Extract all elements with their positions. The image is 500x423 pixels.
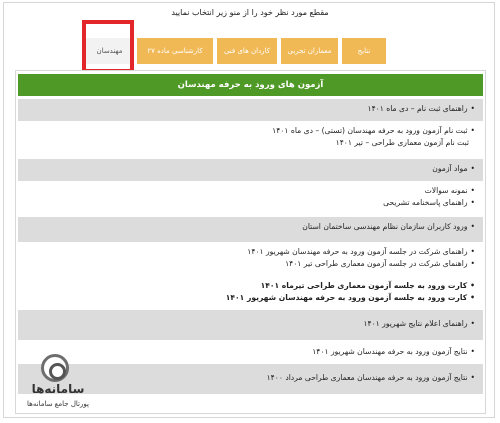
highlight-box [82,20,134,73]
list-item[interactable]: •کارت ورود به جلسه آزمون معماری طراحی تی… [24,280,475,292]
section-entry-cards: •کارت ورود به جلسه آزمون معماری طراحی تی… [18,276,483,310]
section-registration-guide: •راهنمای ثبت نام – دی ماه ۱۴۰۱ [18,99,483,121]
section-header: آزمون های ورود به حرفه مهندسان [18,74,483,96]
logo-title: سامانه‌ها [31,382,85,396]
list-item[interactable]: ثبت نام آزمون معماری طراحی – تیر ۱۴۰۱ [24,137,475,149]
section-user-login: •ورود کاربران سازمان نظام مهندسی ساختمان… [18,217,483,242]
logo-icon [41,354,69,382]
list-item[interactable]: •مواد آزمون [24,163,475,175]
section-results-guide: •راهنمای اعلام نتایج شهریور ۱۴۰۱ [18,310,483,340]
section-sample-questions: •نمونه سوالات •راهنمای پاسخنامه تشریحی [18,181,483,217]
section-exam-guide: •راهنمای شرکت در جلسه آزمون ورود به حرفه… [18,242,483,276]
watermark-logo: سامانه‌ها پورتال جامع سامانه‌ها [5,350,109,416]
list-item[interactable]: •راهنمای ثبت نام – دی ماه ۱۴۰۱ [24,103,476,115]
list-item[interactable]: •ورود کاربران سازمان نظام مهندسی ساختمان… [24,221,475,233]
section-exam-materials: •مواد آزمون [18,159,483,181]
section-registration: •ثبت نام آزمون ورود به حرفه مهندسان (تست… [18,121,483,159]
list-item[interactable]: •راهنمای شرکت در جلسه آزمون ورود به حرفه… [24,246,475,258]
tab-results[interactable]: نتایج [342,38,386,64]
tab-technicians[interactable]: کاردان های فنی [217,38,277,64]
tab-experienced-architects[interactable]: معماران تجربی [281,38,338,64]
instruction-text: مقطع مورد نظر خود را از منو زیر انتخاب ن… [171,8,329,17]
list-item[interactable]: •راهنمای پاسخنامه تشریحی [24,197,475,209]
list-item[interactable]: •نمونه سوالات [24,185,475,197]
list-item[interactable]: •راهنمای شرکت در جلسه آزمون معماری طراحی… [24,258,475,270]
tab-article-27[interactable]: کارشناسی ماده ۲۷ [137,38,213,64]
list-item[interactable]: •راهنمای اعلام نتایج شهریور ۱۴۰۱ [24,318,475,330]
list-item[interactable]: •ثبت نام آزمون ورود به حرفه مهندسان (تست… [24,125,475,137]
list-item[interactable]: •کارت ورود به جلسه آزمون ورود به حرفه مه… [24,292,475,304]
logo-subtitle: پورتال جامع سامانه‌ها [27,400,89,408]
